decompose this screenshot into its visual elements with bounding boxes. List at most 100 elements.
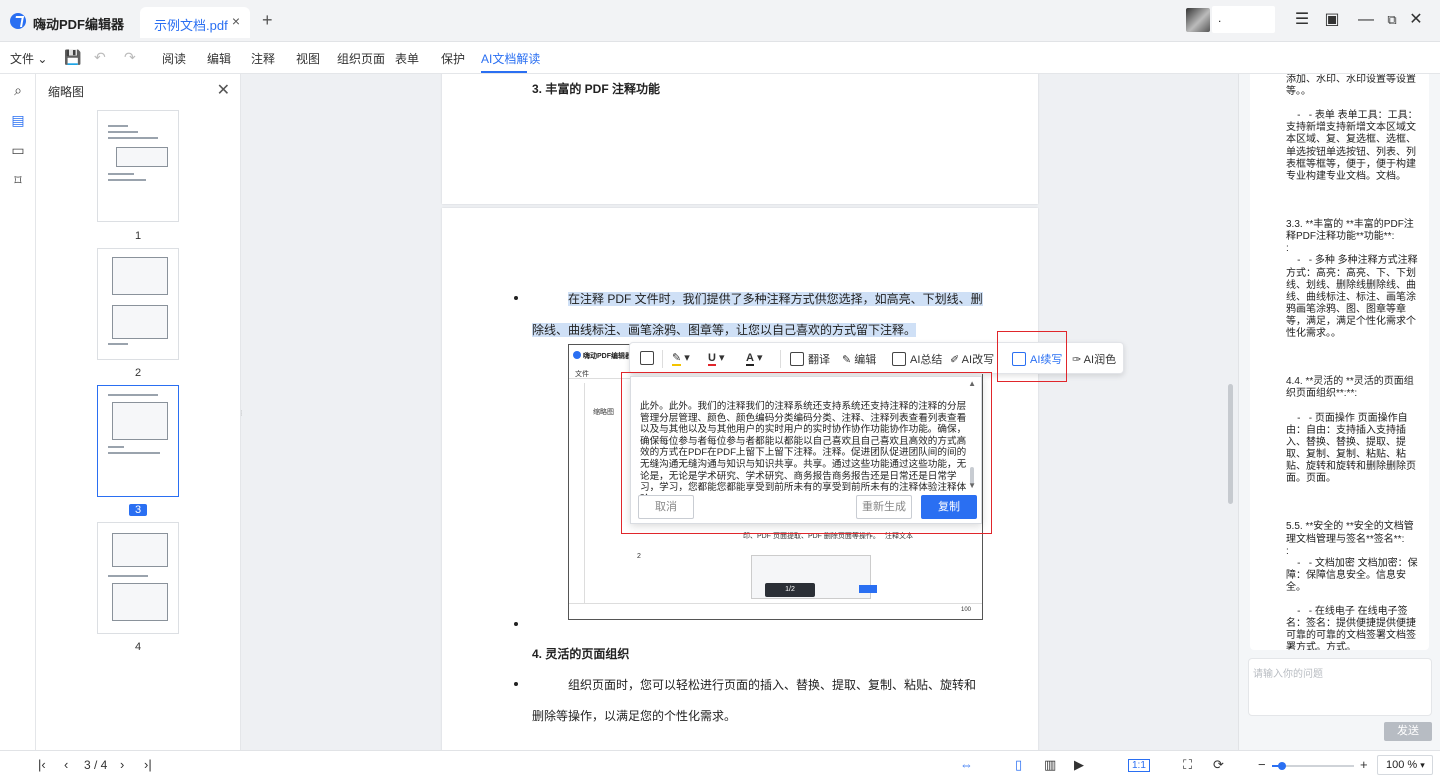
document-scrollbar[interactable] xyxy=(1228,384,1233,504)
strikethrough-tool[interactable]: A ▾ xyxy=(746,351,763,366)
translate-button[interactable]: 翻译 xyxy=(790,351,830,367)
thumbnail-panel-title: 缩略图 xyxy=(48,85,85,99)
edit-button[interactable]: ✎ 编辑 xyxy=(842,351,876,367)
fit-width-icon[interactable]: ⇔ xyxy=(960,757,973,772)
thumbnail-page-1[interactable] xyxy=(97,110,179,222)
section-heading-3: 3. 丰富的 PDF 注释功能 xyxy=(532,82,661,96)
close-window-icon[interactable]: ✕ xyxy=(1406,10,1426,30)
status-bar: |‹ ‹ 3 / 4 › ›| ⇔ ▯ ▥ ▶ 1:1 ⛶ ⟳ − + 100 … xyxy=(0,750,1440,778)
fit-page-icon[interactable]: ⛶ xyxy=(1183,757,1192,773)
comment-icon[interactable]: ▭ xyxy=(10,142,26,158)
thumbnail-page-4[interactable] xyxy=(97,522,179,634)
highlight-tool[interactable]: ✎ ▾ xyxy=(672,351,690,366)
title-bar: 嗨动PDF编辑器 示例文档.pdf × + . ☰ ▣ — ⧉ ✕ xyxy=(0,0,1440,42)
embedded-pager: 1/2 xyxy=(765,583,815,597)
avatar[interactable] xyxy=(1186,8,1210,32)
close-tab-icon[interactable]: × xyxy=(232,13,240,29)
paragraph-line[interactable]: 删除等操作，以满足您的个性化需求。 xyxy=(532,707,736,724)
menu-icon[interactable]: ☰ xyxy=(1292,10,1312,30)
copy-icon[interactable] xyxy=(640,351,658,365)
thumbnail-icon[interactable]: ▤ xyxy=(10,112,26,128)
menu-view[interactable]: 视图 xyxy=(296,50,320,67)
menu-annotate[interactable]: 注释 xyxy=(251,50,275,67)
actual-size-button[interactable]: 1:1 xyxy=(1128,759,1150,772)
bullet xyxy=(514,622,518,626)
menu-ai-interpret[interactable]: AI文档解读 xyxy=(481,50,540,67)
layout-icon[interactable]: ▣ xyxy=(1322,10,1342,30)
thumbnail-page-2[interactable] xyxy=(97,248,179,360)
underline-tool[interactable]: U ▾ xyxy=(708,351,725,366)
underline-icon: U xyxy=(708,352,716,366)
menu-organize-pages[interactable]: 组织页面 xyxy=(337,50,385,67)
redo-icon[interactable]: ↷ xyxy=(124,49,136,66)
section-heading-4: 4. 灵活的页面组织 xyxy=(532,647,630,661)
embedded-statusbar xyxy=(569,603,982,619)
menu-forms[interactable]: 表单 xyxy=(395,50,419,67)
ai-chat-message: 添加、水印、水印设置等设置等。。 - - 表单 表单工具：工具：支持新增支持新增… xyxy=(1250,74,1429,650)
ai-rewrite-button[interactable]: ✐ AI改写 xyxy=(950,351,994,367)
ai-summary-icon xyxy=(892,352,906,366)
restore-icon[interactable]: ⧉ xyxy=(1382,10,1402,30)
active-menu-underline xyxy=(481,71,527,73)
document-tab-label: 示例文档.pdf xyxy=(154,18,228,33)
pen-icon: ✎ xyxy=(842,354,855,366)
left-rail: ⌕ ▤ ▭ ⌑ xyxy=(0,74,36,750)
text-color-icon: A xyxy=(746,352,754,366)
ai-polish-button[interactable]: ✑ AI润色 xyxy=(1072,351,1116,367)
file-menu[interactable]: 文件 ⌄ xyxy=(10,50,47,67)
thumbnail-page-number-active: 3 xyxy=(97,504,179,516)
zoom-out-icon[interactable]: − xyxy=(1258,757,1266,772)
ai-summary-button[interactable]: AI总结 xyxy=(892,351,942,367)
ai-polish-icon: ✑ xyxy=(1072,354,1084,366)
chat-input[interactable]: 请输入你的问题 xyxy=(1248,658,1432,716)
first-page-icon[interactable]: |‹ xyxy=(38,757,46,772)
file-menu-label: 文件 xyxy=(10,52,35,66)
embedded-logo-icon xyxy=(573,351,581,359)
new-tab-icon[interactable]: + xyxy=(262,11,273,29)
app-logo-icon xyxy=(10,13,26,29)
menu-protect[interactable]: 保护 xyxy=(441,50,465,67)
page-indicator[interactable]: 3 / 4 xyxy=(84,758,107,772)
zoom-slider[interactable] xyxy=(1272,762,1354,770)
chevron-down-icon: ⌄ xyxy=(37,52,48,66)
paragraph-line[interactable]: 组织页面时，您可以轻松进行页面的插入、替换、提取、复制、粘贴、旋转和 xyxy=(568,676,976,693)
prev-page-icon[interactable]: ‹ xyxy=(64,757,68,772)
menu-bar: 文件 ⌄ 💾 ↶ ↷ 阅读 编辑 注释 视图 组织页面 表单 保护 AI文档解读 xyxy=(0,42,1440,74)
user-box[interactable]: . xyxy=(1212,6,1275,33)
user-name: . xyxy=(1218,11,1222,25)
single-page-icon[interactable]: ▯ xyxy=(1015,757,1022,773)
last-page-icon[interactable]: ›| xyxy=(144,757,152,772)
ai-summary-label: AI总结 xyxy=(910,354,943,366)
translate-label: 翻译 xyxy=(808,354,830,366)
close-icon[interactable]: ✕ xyxy=(217,80,230,100)
paragraph-line[interactable]: 在注释 PDF 文件时，我们提供了多种注释方式供您选择，如高亮、下划线、删 xyxy=(568,290,983,307)
translate-icon xyxy=(790,352,804,366)
search-icon[interactable]: ⌕ xyxy=(10,82,26,98)
zoom-select[interactable]: 100 % ▾ xyxy=(1377,755,1433,775)
menu-read[interactable]: 阅读 xyxy=(162,50,186,67)
send-button[interactable]: 发送 xyxy=(1384,722,1432,741)
play-icon[interactable]: ▶ xyxy=(1074,757,1084,773)
menu-edit[interactable]: 编辑 xyxy=(207,50,231,67)
bullet xyxy=(514,296,518,300)
ai-polish-label: AI润色 xyxy=(1083,354,1117,366)
next-page-icon[interactable]: › xyxy=(120,757,124,772)
highlighted-text: 在注释 PDF 文件时，我们提供了多种注释方式供您选择，如高亮、下划线、删 xyxy=(568,292,983,306)
zoom-in-icon[interactable]: + xyxy=(1360,757,1368,772)
highlighted-text: 除线、曲线标注、画笔涂鸦、图章等，让您以自己喜欢的方式留下注释。 xyxy=(532,323,917,337)
ai-chat-panel: 添加、水印、水印设置等设置等。。 - - 表单 表单工具：工具：支持新增支持新增… xyxy=(1238,74,1440,750)
save-icon[interactable]: 💾 xyxy=(64,49,81,66)
rotate-icon[interactable]: ⟳ xyxy=(1213,757,1224,773)
ai-chat-message-text: 添加、水印、水印设置等设置等。。 - - 表单 表单工具：工具：支持新增支持新增… xyxy=(1286,74,1418,650)
bookmark-icon[interactable]: ⌑ xyxy=(10,172,26,188)
chat-input-placeholder: 请输入你的问题 xyxy=(1253,669,1323,680)
active-page-badge: 3 xyxy=(128,504,148,516)
thumbnail-page-3[interactable] xyxy=(97,385,179,497)
chevron-down-icon: ▾ xyxy=(1420,760,1425,770)
zoom-slider-knob[interactable] xyxy=(1277,762,1286,770)
document-tab[interactable]: 示例文档.pdf × xyxy=(140,7,250,38)
minimize-icon[interactable]: — xyxy=(1356,10,1376,30)
double-page-icon[interactable]: ▥ xyxy=(1044,757,1056,773)
paragraph-line[interactable]: 除线、曲线标注、画笔涂鸦、图章等，让您以自己喜欢的方式留下注释。 xyxy=(532,321,917,338)
undo-icon[interactable]: ↶ xyxy=(94,49,106,66)
